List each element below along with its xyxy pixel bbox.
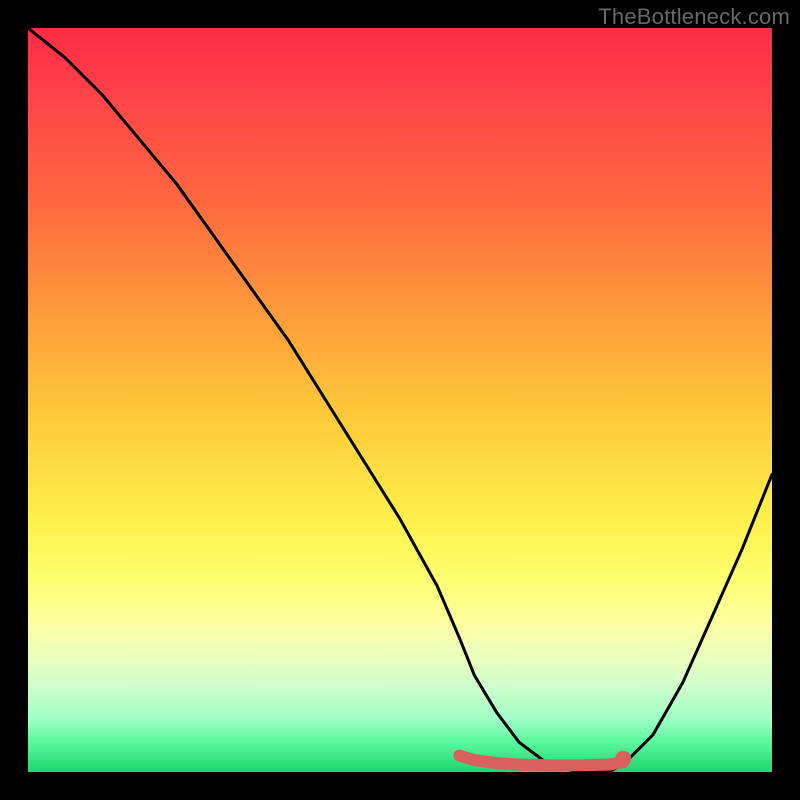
highlight-end-dot bbox=[615, 751, 631, 767]
bottleneck-curve bbox=[28, 28, 772, 772]
watermark-text: TheBottleneck.com bbox=[598, 4, 790, 30]
chart-frame: TheBottleneck.com bbox=[0, 0, 800, 800]
highlight-segment bbox=[460, 756, 624, 766]
plot-area bbox=[28, 28, 772, 772]
bottleneck-curve-svg bbox=[28, 28, 772, 772]
